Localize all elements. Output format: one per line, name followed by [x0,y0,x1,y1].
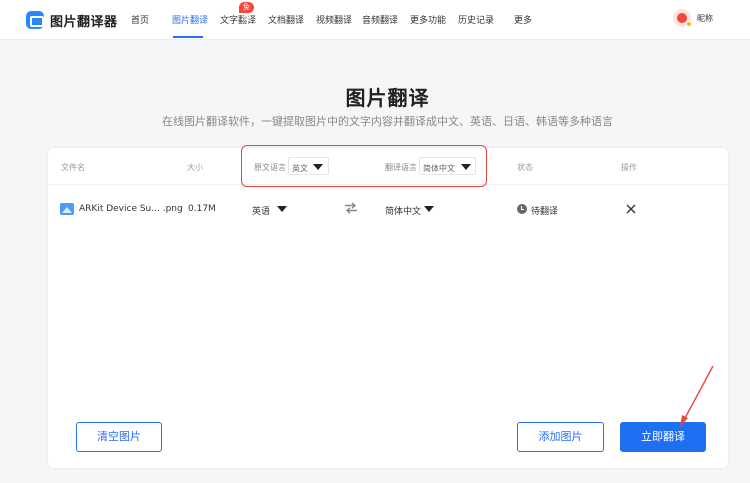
row-file-name: ARKit Device Su... .png [79,204,183,214]
header-source-language: 原文语言 [254,163,286,172]
close-icon[interactable] [626,204,636,214]
avatar[interactable] [673,9,692,27]
nav-image-translate[interactable]: 图片翻译 [172,13,208,26]
header-size: 大小 [187,163,203,172]
nav-home[interactable]: 首页 [131,13,149,26]
header-target-language: 翻译语言 [385,163,417,172]
user-nickname[interactable]: 昵称 [697,13,713,24]
nav-text-translate[interactable]: 文字翻译 [220,13,256,26]
chat-bubble-icon [26,11,44,29]
vip-badge-icon [686,21,692,27]
table-header: 文件名 大小 原文语言 英文 翻译语言 简体中文 状态 操作 [48,145,728,187]
header-action: 操作 [621,163,637,172]
page-title: 图片翻译 [345,86,430,110]
clear-images-button[interactable]: 清空图片 [76,422,162,452]
row-source-language: 英语 [252,207,271,217]
clock-icon [517,204,527,214]
target-language-value: 简体中文 [423,164,455,173]
nav-document-translate[interactable]: 文档翻译 [268,13,304,26]
source-language-select[interactable]: 英文 [288,157,329,175]
image-file-icon [60,203,74,215]
logo-text: 图片翻译器 [50,14,118,30]
chevron-down-icon [461,164,471,170]
row-source-language-select[interactable]: 英语 [252,202,292,217]
user-menu[interactable]: 昵称 [673,9,713,27]
nav-more-features[interactable]: 更多功能 [410,13,446,26]
row-target-language-select[interactable]: 简体中文 [385,202,437,217]
swap-icon[interactable] [344,202,358,214]
source-language-value: 英文 [292,164,308,173]
nav-audio-translate[interactable]: 音频翻译 [362,13,398,26]
row-file-size: 0.17M [188,204,216,214]
add-image-button[interactable]: 添加图片 [517,422,604,452]
chevron-down-icon [277,206,287,212]
nav-more[interactable]: 更多 [514,13,532,26]
target-language-select[interactable]: 简体中文 [419,157,476,175]
active-nav-indicator [173,36,203,38]
chevron-down-icon [313,164,323,170]
table-row: ARKit Device Su... .png 0.17M 英语 简体中文 待翻… [48,188,728,228]
top-header: 图片翻译器 首页 图片翻译 文字翻译 文档翻译 视频翻译 音频翻译 更多功能 历… [0,0,750,40]
nav-history[interactable]: 历史记录 [458,13,494,26]
nav-video-translate[interactable]: 视频翻译 [316,13,352,26]
logo[interactable]: 图片翻译器 [26,9,118,31]
header-file-name: 文件名 [61,163,85,172]
header-status: 状态 [517,163,533,172]
page-subtitle: 在线图片翻译软件，一键提取图片中的文字内容并翻译成中文、英语、日语、韩语等多种语… [162,115,613,128]
free-badge: 免费 [239,2,254,22]
row-target-language: 简体中文 [385,207,422,217]
translate-panel: 文件名 大小 原文语言 英文 翻译语言 简体中文 状态 操作 ARKit Dev… [48,145,728,468]
translate-now-button[interactable]: 立即翻译 [620,422,706,452]
chevron-down-icon [424,206,434,212]
row-status: 待翻译 [531,207,559,217]
